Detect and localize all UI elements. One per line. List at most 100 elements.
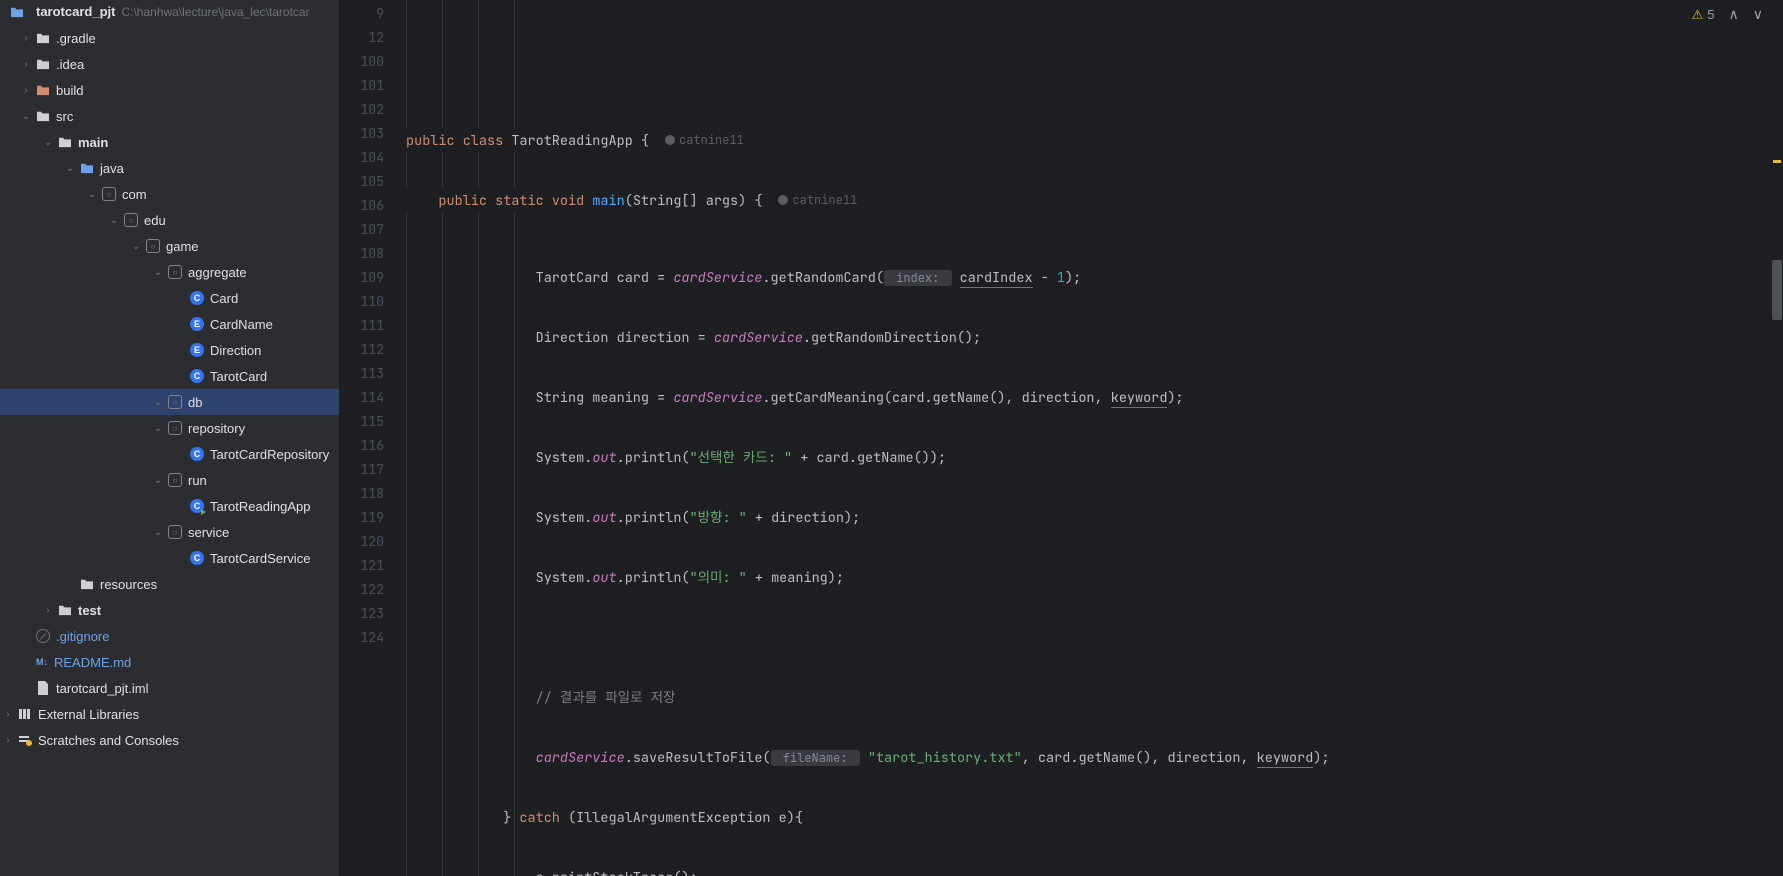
tree-label: edu bbox=[144, 213, 166, 228]
chevron-down-icon: ⌄ bbox=[150, 423, 166, 434]
line-number: 118 bbox=[340, 482, 402, 506]
code-line[interactable]: // 결과를 파일로 저장 bbox=[402, 686, 1783, 710]
line-number: 117 bbox=[340, 458, 402, 482]
chevron-down-icon: ⌄ bbox=[106, 215, 122, 226]
code-line[interactable]: cardService.saveResultToFile( fileName: … bbox=[402, 746, 1783, 770]
tree-item-direction[interactable]: › E Direction bbox=[0, 337, 339, 363]
tree-label: test bbox=[78, 603, 101, 618]
tree-label: TarotReadingApp bbox=[210, 499, 310, 514]
tree-label: build bbox=[56, 83, 83, 98]
sticky-header-line[interactable]: public static void main(String[] args) {… bbox=[402, 188, 1783, 212]
tree-item-tarotcardrepository[interactable]: › C TarotCardRepository bbox=[0, 441, 339, 467]
tree-item-main[interactable]: ⌄ main bbox=[0, 129, 339, 155]
tree-item-iml[interactable]: › tarotcard_pjt.iml bbox=[0, 675, 339, 701]
line-number: 109 bbox=[340, 266, 402, 290]
tree-label: run bbox=[188, 473, 207, 488]
project-root-item[interactable]: tarotcard_pjt C:\hanhwa\lecture\java_lec… bbox=[0, 0, 339, 23]
tree-item-gradle[interactable]: › .gradle bbox=[0, 25, 339, 51]
tree-item-card[interactable]: › C Card bbox=[0, 285, 339, 311]
author-inlay[interactable]: catnine11 bbox=[665, 128, 744, 152]
chevron-down-icon: ⌄ bbox=[150, 475, 166, 486]
tree-item-service[interactable]: ⌄ ○ service bbox=[0, 519, 339, 545]
code-line[interactable]: } catch (IllegalArgumentException e){ bbox=[402, 806, 1783, 830]
chevron-down-icon: ⌄ bbox=[150, 267, 166, 278]
line-number: 108 bbox=[340, 242, 402, 266]
chevron-right-icon: › bbox=[18, 33, 34, 44]
package-icon: ○ bbox=[122, 213, 140, 227]
tree-label: Direction bbox=[210, 343, 261, 358]
code-line[interactable] bbox=[402, 626, 1783, 650]
line-number: 113 bbox=[340, 362, 402, 386]
scroll-marker-warning[interactable] bbox=[1773, 160, 1781, 163]
package-icon: ○ bbox=[166, 265, 184, 279]
tree-label: External Libraries bbox=[38, 707, 139, 722]
project-name: tarotcard_pjt bbox=[36, 4, 115, 19]
tree-label: .gradle bbox=[56, 31, 96, 46]
scroll-thumb[interactable] bbox=[1772, 260, 1782, 320]
code-line[interactable]: System.out.println("의미: " + meaning); bbox=[402, 566, 1783, 590]
tree-item-gitignore[interactable]: › .gitignore bbox=[0, 623, 339, 649]
line-number: 101 bbox=[340, 74, 402, 98]
tree-item-idea[interactable]: › .idea bbox=[0, 51, 339, 77]
tree-item-tarotreadingapp[interactable]: › C TarotReadingApp bbox=[0, 493, 339, 519]
tree-item-db[interactable]: ⌄ ○ db bbox=[0, 389, 339, 415]
tree-item-external-libs[interactable]: › External Libraries bbox=[0, 701, 339, 727]
tree-item-repository[interactable]: ⌄ ○ repository bbox=[0, 415, 339, 441]
tree-item-game[interactable]: ⌄ ○ game bbox=[0, 233, 339, 259]
tree-label: com bbox=[122, 187, 147, 202]
tree-label: db bbox=[188, 395, 202, 410]
tree-label: resources bbox=[100, 577, 157, 592]
line-number: 114 bbox=[340, 386, 402, 410]
project-tool-window[interactable]: tarotcard_pjt C:\hanhwa\lecture\java_lec… bbox=[0, 0, 340, 876]
tree-item-test[interactable]: › test bbox=[0, 597, 339, 623]
line-number: 111 bbox=[340, 314, 402, 338]
chevron-right-icon: › bbox=[18, 59, 34, 70]
tree-item-build[interactable]: › build bbox=[0, 77, 339, 103]
package-icon: ○ bbox=[166, 525, 184, 539]
tree-item-com[interactable]: ⌄ ○ com bbox=[0, 181, 339, 207]
tree-item-edu[interactable]: ⌄ ○ edu bbox=[0, 207, 339, 233]
prev-highlight-button[interactable]: ∧ bbox=[1729, 6, 1739, 23]
tree-item-java[interactable]: ⌄ java bbox=[0, 155, 339, 181]
editor-scrollbar[interactable] bbox=[1771, 0, 1783, 876]
tree-label: java bbox=[100, 161, 124, 176]
tree-item-tarotcard[interactable]: › C TarotCard bbox=[0, 363, 339, 389]
chevron-down-icon: ⌄ bbox=[18, 111, 34, 122]
file-icon bbox=[34, 681, 52, 695]
tree-label: .gitignore bbox=[56, 629, 109, 644]
chevron-right-icon: › bbox=[40, 605, 56, 616]
package-icon: ○ bbox=[166, 473, 184, 487]
author-inlay[interactable]: catnine11 bbox=[778, 188, 857, 212]
tree-item-aggregate[interactable]: ⌄ ○ aggregate bbox=[0, 259, 339, 285]
tree-label: service bbox=[188, 525, 229, 540]
line-number: 104 bbox=[340, 146, 402, 170]
warning-count-badge[interactable]: 5 bbox=[1692, 7, 1715, 23]
code-content[interactable]: public class TarotReadingApp {catnine11 … bbox=[402, 0, 1783, 876]
package-icon: ○ bbox=[166, 395, 184, 409]
tree-item-src[interactable]: ⌄ src bbox=[0, 103, 339, 129]
code-line[interactable]: System.out.println("방향: " + direction); bbox=[402, 506, 1783, 530]
tree-item-cardname[interactable]: › E CardName bbox=[0, 311, 339, 337]
code-line[interactable]: e.printStackTrace(); bbox=[402, 866, 1783, 876]
sticky-header-line[interactable]: public class TarotReadingApp {catnine11 bbox=[402, 128, 1783, 152]
code-line[interactable]: Direction direction = cardService.getRan… bbox=[402, 326, 1783, 350]
line-number: 121 bbox=[340, 554, 402, 578]
class-icon: C bbox=[188, 447, 206, 461]
tree-item-resources[interactable]: › resources bbox=[0, 571, 339, 597]
code-line[interactable]: TarotCard card = cardService.getRandomCa… bbox=[402, 266, 1783, 290]
chevron-right-icon: › bbox=[0, 735, 16, 746]
inspection-widget[interactable]: 5 ∧ ∨ bbox=[1692, 6, 1763, 23]
tree-item-readme[interactable]: › M↓ README.md bbox=[0, 649, 339, 675]
runnable-class-icon: C bbox=[188, 499, 206, 513]
folder-icon bbox=[34, 110, 52, 122]
tree-item-scratches[interactable]: › Scratches and Consoles bbox=[0, 727, 339, 753]
code-line[interactable]: String meaning = cardService.getCardMean… bbox=[402, 386, 1783, 410]
line-number: 116 bbox=[340, 434, 402, 458]
chevron-down-icon: ⌄ bbox=[150, 527, 166, 538]
editor-gutter[interactable]: 9 12 100 101 102 103 104 105 106 107 108… bbox=[340, 0, 402, 876]
next-highlight-button[interactable]: ∨ bbox=[1753, 6, 1763, 23]
code-editor[interactable]: 9 12 100 101 102 103 104 105 106 107 108… bbox=[340, 0, 1783, 876]
code-line[interactable]: System.out.println("선택한 카드: " + card.get… bbox=[402, 446, 1783, 470]
tree-item-run[interactable]: ⌄ ○ run bbox=[0, 467, 339, 493]
tree-item-tarotcardservice[interactable]: › C TarotCardService bbox=[0, 545, 339, 571]
